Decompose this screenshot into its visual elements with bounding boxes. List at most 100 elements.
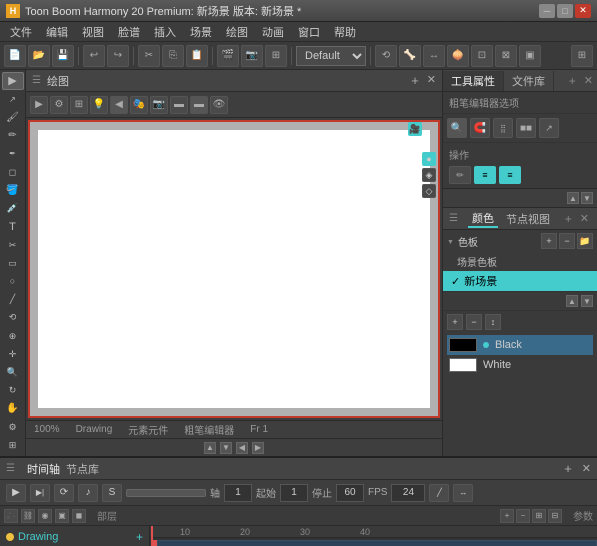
tab-node-view[interactable]: 节点视图 xyxy=(502,211,554,227)
tool-circle[interactable]: ○ xyxy=(2,273,24,290)
fps-extra[interactable]: ╱ xyxy=(429,484,449,502)
colorboard-add[interactable]: + xyxy=(541,233,557,249)
draw-tool-shape[interactable]: ▬ xyxy=(170,96,188,114)
loop-button[interactable]: ⟳ xyxy=(54,484,74,502)
menu-insert[interactable]: 插入 xyxy=(148,22,182,42)
layer-motion-btn[interactable]: ◼ xyxy=(72,509,86,523)
menu-view[interactable]: 视图 xyxy=(76,22,110,42)
color-close-button[interactable]: ✕ xyxy=(578,212,591,225)
layer-extra[interactable]: ◇ xyxy=(422,184,436,198)
next-frame-button[interactable]: ▶| xyxy=(30,484,50,502)
toolbar-scene[interactable]: 🎬 xyxy=(217,45,239,67)
tool-brush[interactable]: 🖌 xyxy=(2,109,24,126)
draw-tool-light[interactable]: 💡 xyxy=(90,96,108,114)
toolbar-save[interactable]: 💾 xyxy=(52,45,74,67)
tool-pencil[interactable]: ✏ xyxy=(2,127,24,144)
toolbar-copy[interactable]: ⎘ xyxy=(162,45,184,67)
swatch-sort[interactable]: ↕ xyxy=(485,314,501,330)
tool-line[interactable]: ╱ xyxy=(2,291,24,308)
menu-help[interactable]: 帮助 xyxy=(328,22,362,42)
layer-minus-btn[interactable]: − xyxy=(516,509,530,523)
layer-toggle[interactable]: ● xyxy=(422,152,436,166)
panel-add-button[interactable]: + xyxy=(565,74,580,88)
prop-icon-search[interactable]: 🔍 xyxy=(447,118,467,138)
tool-rect[interactable]: ▭ xyxy=(2,255,24,272)
layer-item-drawing[interactable]: Drawing + xyxy=(2,528,147,546)
timeline-close-button[interactable]: ✕ xyxy=(582,462,591,475)
tool-paint[interactable]: 🪣 xyxy=(2,182,24,199)
colorboard-folder[interactable]: 📁 xyxy=(577,233,593,249)
swatch-add[interactable]: + xyxy=(447,314,463,330)
fps-input[interactable] xyxy=(391,484,425,502)
tool-eraser[interactable]: ◻ xyxy=(2,164,24,181)
draw-tool-grid[interactable]: ⊞ xyxy=(70,96,88,114)
layer-add-btn[interactable]: + xyxy=(500,509,514,523)
tool-pen[interactable]: ✒ xyxy=(2,145,24,162)
layer-extra1[interactable]: ⊞ xyxy=(532,509,546,523)
tool-cam-move[interactable]: ✛ xyxy=(2,346,24,363)
tool-hand[interactable]: ✋ xyxy=(2,400,24,417)
toolbar-layout[interactable]: ⊞ xyxy=(571,45,593,67)
menu-window[interactable]: 窗口 xyxy=(292,22,326,42)
draw-tool-eye[interactable]: 👁 xyxy=(210,96,228,114)
prop-icon-color[interactable]: ■■ xyxy=(516,118,536,138)
start-frame-input[interactable] xyxy=(280,484,308,502)
draw-tool-onion1[interactable]: ◀ xyxy=(110,96,128,114)
color-nav-up[interactable]: ▲ xyxy=(566,295,578,307)
toolbar-morph[interactable]: ⟲ xyxy=(375,45,397,67)
nav-down[interactable]: ▼ xyxy=(220,442,232,454)
tool-subselect[interactable]: ↗ xyxy=(2,91,24,108)
tab-file-library[interactable]: 文件库 xyxy=(504,71,554,91)
tool-zoom[interactable]: 🔍 xyxy=(2,364,24,381)
end-frame-input[interactable] xyxy=(336,484,364,502)
op-edit[interactable]: ✏ xyxy=(449,166,471,184)
op-align-left[interactable]: ≡ xyxy=(474,166,496,184)
tab-node-editor[interactable]: 节点库 xyxy=(66,461,99,477)
track-block[interactable] xyxy=(157,540,597,546)
draw-tool-shadow[interactable]: ▬ xyxy=(190,96,208,114)
tab-color[interactable]: 颜色 xyxy=(468,210,498,228)
drawing-close-button[interactable]: ✕ xyxy=(427,73,436,88)
op-align-right[interactable]: ≡ xyxy=(499,166,521,184)
tab-timeline[interactable]: 时间轴 xyxy=(27,461,60,477)
layer-view[interactable]: ◈ xyxy=(422,168,436,182)
nav-left[interactable]: ◀ xyxy=(236,442,248,454)
draw-tool-onion2[interactable]: 🎭 xyxy=(130,96,148,114)
prop-icon-magnet[interactable]: 🧲 xyxy=(470,118,490,138)
colorboard-toggle[interactable] xyxy=(447,237,454,246)
menu-file[interactable]: 文件 xyxy=(4,22,38,42)
draw-tool-select[interactable]: ▶ xyxy=(30,96,48,114)
toolbar-paste[interactable]: 📋 xyxy=(186,45,208,67)
layer-solo-btn[interactable]: ◉ xyxy=(38,509,52,523)
toolbar-cut[interactable]: ✂ xyxy=(138,45,160,67)
tool-rotate[interactable]: ↻ xyxy=(2,382,24,399)
minimize-button[interactable]: ─ xyxy=(539,4,555,18)
swatch-minus[interactable]: − xyxy=(466,314,482,330)
toolbar-snap[interactable]: ↔ xyxy=(423,45,445,67)
tool-transform[interactable]: ⟲ xyxy=(2,309,24,326)
prop-icon-arrow[interactable]: ↗ xyxy=(539,118,559,138)
layer-cam-btn[interactable]: 🎥 xyxy=(4,509,18,523)
draw-tool-settings[interactable]: ⚙ xyxy=(50,96,68,114)
timeline-menu-icon[interactable]: ☰ xyxy=(6,463,15,474)
color-nav-down[interactable]: ▼ xyxy=(581,295,593,307)
toolbar-select-all[interactable]: ⊞ xyxy=(265,45,287,67)
drawing-add-button[interactable]: + xyxy=(411,73,419,88)
timeline-playhead[interactable] xyxy=(151,526,153,546)
sound-button[interactable]: ♪ xyxy=(78,484,98,502)
tool-eyedrop[interactable]: 💉 xyxy=(2,200,24,217)
toolbar-open[interactable]: 📂 xyxy=(28,45,50,67)
toolbar-bone[interactable]: 🦴 xyxy=(399,45,421,67)
toolbar-onion[interactable]: 🧅 xyxy=(447,45,469,67)
color-menu-icon[interactable]: ☰ xyxy=(449,213,458,224)
tab-tool-properties[interactable]: 工具属性 xyxy=(443,71,504,91)
menu-draw[interactable]: 绘图 xyxy=(220,22,254,42)
tool-settings[interactable]: ⚙ xyxy=(2,419,24,436)
canvas-area[interactable]: ● ◈ ◇ xyxy=(28,120,440,418)
toolbar-redo[interactable]: ↪ xyxy=(107,45,129,67)
close-button[interactable]: ✕ xyxy=(575,4,591,18)
timeline-add-button[interactable]: + xyxy=(564,461,572,476)
current-frame-input[interactable] xyxy=(224,484,252,502)
menu-face[interactable]: 脸谱 xyxy=(112,22,146,42)
timeline-track[interactable]: 10 20 30 40 xyxy=(150,526,597,546)
